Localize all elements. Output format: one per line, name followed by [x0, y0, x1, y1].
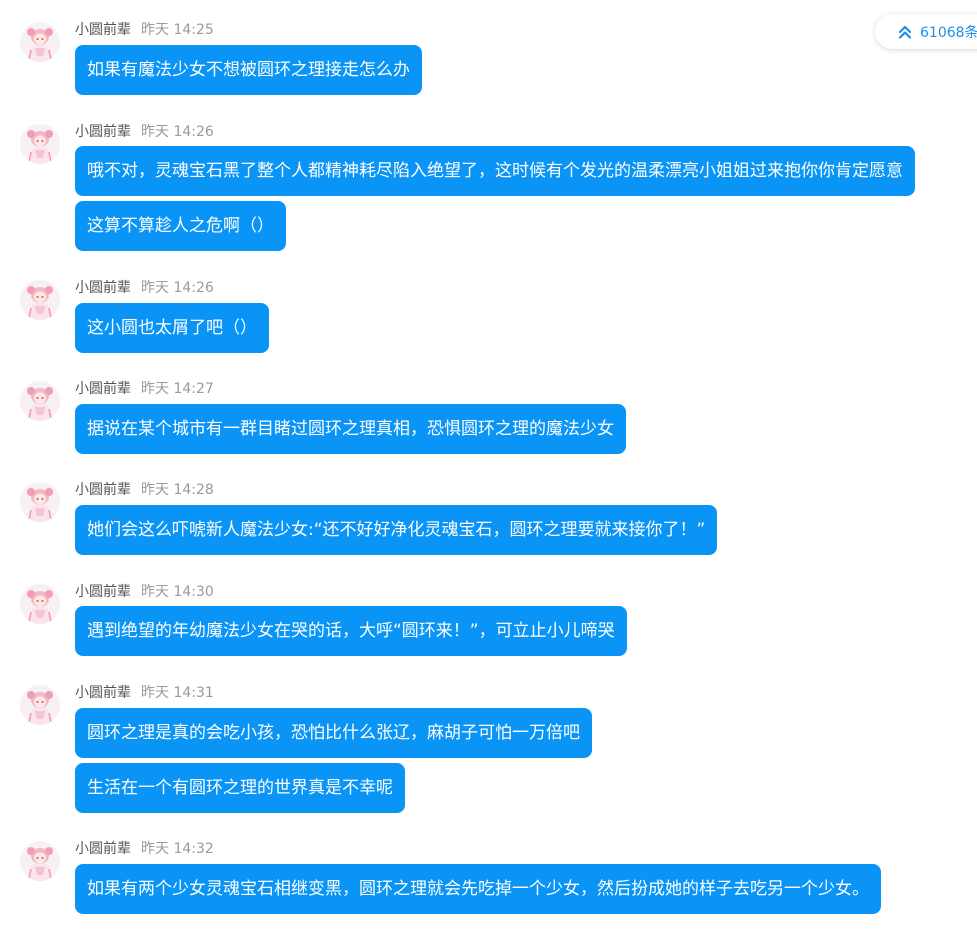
avatar[interactable] — [20, 124, 60, 164]
sender-name[interactable]: 小圆前辈 — [75, 280, 131, 296]
message-meta: 小圆前辈 昨天 14:26 — [75, 124, 214, 140]
sender-name[interactable]: 小圆前辈 — [75, 124, 131, 140]
avatar[interactable] — [20, 841, 60, 881]
message-bubble[interactable]: 据说在某个城市有一群目睹过圆环之理真相，恐惧圆环之理的魔法少女 — [75, 404, 626, 454]
message-time: 昨天 14:26 — [141, 124, 214, 140]
avatar[interactable] — [20, 381, 60, 421]
sender-name[interactable]: 小圆前辈 — [75, 381, 131, 397]
message-meta: 小圆前辈 昨天 14:28 — [75, 482, 214, 498]
sender-name[interactable]: 小圆前辈 — [75, 584, 131, 600]
chat-message-list[interactable]: 小圆前辈 昨天 14:25 如果有魔法少女不想被圆环之理接走怎么办 小圆前辈 昨天 … — [0, 0, 977, 934]
message-time: 昨天 14:28 — [141, 482, 214, 498]
double-chevron-up-icon — [897, 24, 913, 40]
message-time: 昨天 14:31 — [141, 685, 214, 701]
sender-name[interactable]: 小圆前辈 — [75, 482, 131, 498]
message-time: 昨天 14:32 — [141, 841, 214, 857]
message-time: 昨天 14:30 — [141, 584, 214, 600]
message-bubble[interactable]: 如果有魔法少女不想被圆环之理接走怎么办 — [75, 45, 422, 95]
message-bubble[interactable]: 她们会这么吓唬新人魔法少女:“还不好好净化灵魂宝石，圆环之理要就来接你了！” — [75, 505, 718, 555]
message-bubble[interactable]: 生活在一个有圆环之理的世界真是不幸呢 — [75, 763, 405, 813]
new-message-count: 61068条 — [920, 24, 977, 41]
jump-to-new-messages-button[interactable]: 61068条 — [875, 14, 977, 49]
message-meta: 小圆前辈 昨天 14:30 — [75, 584, 214, 600]
message-bubble[interactable]: 遇到绝望的年幼魔法少女在哭的话，大呼“圆环来！”，可立止小儿啼哭 — [75, 606, 627, 656]
avatar[interactable] — [20, 685, 60, 725]
message-meta: 小圆前辈 昨天 14:27 — [75, 381, 214, 397]
sender-name[interactable]: 小圆前辈 — [75, 22, 131, 38]
message-time: 昨天 14:25 — [141, 22, 214, 38]
message-meta: 小圆前辈 昨天 14:26 — [75, 280, 214, 296]
message-bubble[interactable]: 这小圆也太屑了吧（） — [75, 303, 269, 353]
message-bubble[interactable]: 哦不对，灵魂宝石黑了整个人都精神耗尽陷入绝望了，这时候有个发光的温柔漂亮小姐姐过… — [75, 146, 915, 196]
sender-name[interactable]: 小圆前辈 — [75, 841, 131, 857]
message-meta: 小圆前辈 昨天 14:32 — [75, 841, 214, 857]
avatar[interactable] — [20, 584, 60, 624]
message-bubble[interactable]: 圆环之理是真的会吃小孩，恐怕比什么张辽，麻胡子可怕一万倍吧 — [75, 708, 592, 758]
message-meta: 小圆前辈 昨天 14:25 — [75, 22, 214, 38]
message-bubble[interactable]: 如果有两个少女灵魂宝石相继变黑，圆环之理就会先吃掉一个少女，然后扮成她的样子去吃… — [75, 864, 881, 914]
avatar[interactable] — [20, 482, 60, 522]
message-time: 昨天 14:26 — [141, 280, 214, 296]
message-bubble[interactable]: 这算不算趁人之危啊（） — [75, 201, 286, 251]
message-meta: 小圆前辈 昨天 14:31 — [75, 685, 214, 701]
sender-name[interactable]: 小圆前辈 — [75, 685, 131, 701]
avatar[interactable] — [20, 280, 60, 320]
message-time: 昨天 14:27 — [141, 381, 214, 397]
avatar[interactable] — [20, 22, 60, 62]
